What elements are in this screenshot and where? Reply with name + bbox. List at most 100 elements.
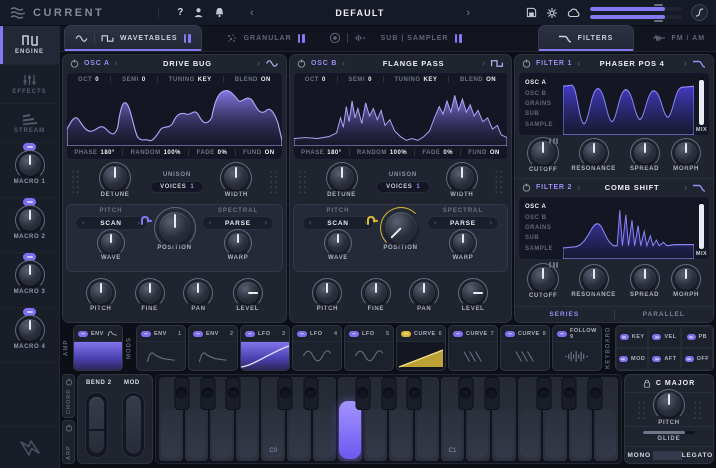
volume-handle-bottom[interactable] (654, 20, 663, 22)
mod-handle[interactable] (297, 331, 307, 337)
black-key[interactable] (588, 377, 603, 410)
param-value[interactable]: ON (486, 77, 496, 83)
black-key[interactable] (458, 377, 473, 410)
mod-handle[interactable] (349, 331, 359, 337)
mod-handle[interactable] (685, 356, 694, 362)
osc-b-warp-knob[interactable] (453, 233, 473, 253)
filter-1-cutoff-knob[interactable] (531, 141, 555, 165)
osc-a-next-arrow[interactable]: › (257, 59, 260, 68)
black-key[interactable] (381, 377, 396, 410)
prev-preset-arrow[interactable]: ‹ (250, 7, 254, 19)
routing-parallel-button[interactable]: PARALLEL (615, 311, 714, 318)
black-key[interactable] (174, 377, 189, 410)
curve-6-display[interactable] (397, 341, 445, 370)
sidebar-item-stream[interactable]: STREAM (0, 104, 59, 143)
black-key[interactable] (226, 377, 241, 410)
filter-2-mix-slider[interactable] (699, 201, 704, 249)
osc-a-wave-knob[interactable] (101, 233, 121, 253)
mod-card-curve-6[interactable]: CURVE 6 (396, 325, 446, 371)
osc-a-pitch-knob[interactable] (90, 282, 112, 304)
mod-card-env-1[interactable]: ENV 1 (136, 325, 186, 371)
macro-3-knob[interactable] (19, 264, 41, 286)
osc-b-next-arrow[interactable]: › (482, 59, 485, 68)
param-value[interactable]: 100% (164, 150, 181, 156)
mod-card-curve-8[interactable]: CURVE 8 (500, 325, 550, 371)
osc-b-preset[interactable]: FLANGE PASS (350, 59, 477, 68)
sine-icon[interactable] (265, 59, 279, 68)
mod-wheel[interactable] (122, 392, 145, 458)
mod-handle[interactable] (620, 334, 629, 340)
granular-pause-icon[interactable] (298, 34, 305, 43)
filter-1-morph-knob[interactable] (675, 142, 697, 164)
filter-2-spread-knob[interactable] (634, 268, 656, 290)
filter-1-prev-arrow[interactable]: ‹ (577, 59, 580, 68)
filter-2-morph-knob[interactable] (675, 268, 697, 290)
mod-handle[interactable] (652, 356, 661, 362)
amp-env-display[interactable] (74, 341, 122, 370)
mod-handle[interactable] (193, 331, 203, 337)
volume-handle-top[interactable] (654, 4, 663, 6)
mod-handle[interactable] (401, 331, 411, 337)
filter-1-power-icon[interactable] (522, 59, 531, 68)
param-value[interactable]: 0 (368, 77, 372, 83)
osc-b-pitch-mode-selector[interactable]: ‹SCAN› (302, 216, 374, 230)
black-key[interactable] (536, 377, 551, 410)
macro-2-knob[interactable] (19, 209, 41, 231)
osc-b-wavetable-display[interactable]: OCT0 SEMI0 TUNINGKEY BLENDON PHASE180° (293, 72, 508, 160)
osc-a-warp-knob[interactable] (228, 233, 248, 253)
osc-b-prev-arrow[interactable]: ‹ (342, 59, 345, 68)
mod-handle[interactable] (652, 334, 661, 340)
user-icon[interactable] (193, 7, 204, 18)
mod-handle[interactable] (687, 334, 696, 340)
filter-2-source-osc-a[interactable]: OSC A (525, 204, 563, 210)
tab-filters[interactable]: FILTERS (538, 25, 634, 51)
wavetables-pause-icon[interactable] (184, 34, 191, 43)
filter-1-source-osc-b[interactable]: OSC B (525, 91, 563, 97)
osc-b-voices-selector[interactable]: VOICES 1 (376, 181, 430, 193)
gear-icon[interactable] (546, 7, 558, 19)
black-key[interactable] (562, 377, 577, 410)
macro-4-knob[interactable] (19, 319, 41, 341)
mod-card-follow-9[interactable]: FOLLOW 9 (552, 325, 602, 371)
param-value[interactable]: 0 (142, 77, 146, 83)
chord-section[interactable]: CHORD (62, 374, 75, 418)
keyboard-pitch-knob[interactable] (657, 393, 681, 417)
filter-2-source-sub[interactable]: SUB (525, 235, 563, 241)
filter-1-source-sub[interactable]: SUB (525, 111, 563, 117)
amp-env-mod-handle[interactable] (78, 331, 88, 337)
cloud-icon[interactable] (567, 8, 581, 18)
lfo-3-display[interactable] (241, 341, 289, 370)
filter-2-next-arrow[interactable]: › (684, 183, 687, 192)
osc-b-power-icon[interactable] (297, 59, 306, 68)
lock-icon[interactable] (643, 379, 651, 388)
osc-a-preset[interactable]: DRIVE BUG (123, 59, 252, 68)
filter-1-preset[interactable]: PHASER POS 4 (585, 59, 679, 68)
black-key[interactable] (407, 377, 422, 410)
amp-env-card[interactable]: ENV (73, 325, 123, 371)
mod-slot-key[interactable]: KEY (616, 326, 648, 348)
osc-a-position-knob[interactable] (159, 212, 191, 244)
osc-b-width-knob[interactable] (450, 166, 474, 190)
mod-handle[interactable] (557, 331, 567, 337)
black-key[interactable] (303, 377, 318, 410)
black-key[interactable] (200, 377, 215, 410)
glide-slider[interactable] (643, 431, 695, 434)
osc-b-wave-knob[interactable] (328, 233, 348, 253)
arp-power-icon[interactable] (65, 424, 73, 432)
filter-1-source-grains[interactable]: GRAINS (525, 101, 563, 107)
osc-b-pitch-knob[interactable] (316, 282, 338, 304)
mod-slot-vel[interactable]: VEL (648, 326, 680, 348)
osc-a-pan-knob[interactable] (187, 282, 209, 304)
mod-slot-mod[interactable]: MOD (616, 348, 648, 370)
osc-a-wavetable-display[interactable]: OCT0 SEMI0 TUNINGKEY BLENDON PHASE180° (66, 72, 283, 160)
tab-fm-am[interactable]: FM / AM (642, 25, 716, 51)
param-value[interactable]: 0% (218, 150, 228, 156)
master-volume-slider[interactable] (590, 7, 682, 19)
chord-power-icon[interactable] (65, 378, 73, 386)
filter-2-source-grains[interactable]: GRAINS (525, 225, 563, 231)
next-preset-arrow[interactable]: › (466, 7, 470, 19)
filter-2-source-osc-b[interactable]: OSC B (525, 215, 563, 221)
osc-a-spectral-mode-selector[interactable]: ‹PARSE› (202, 216, 274, 230)
param-value[interactable]: KEY (198, 77, 212, 83)
routing-series-button[interactable]: SERIES (515, 311, 614, 318)
